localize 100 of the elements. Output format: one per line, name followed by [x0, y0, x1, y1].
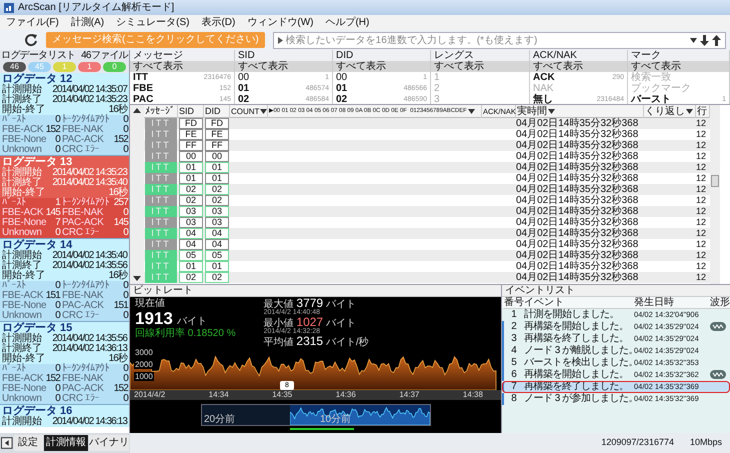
line-cell-text: 12	[696, 228, 708, 239]
stat-value: 7	[55, 218, 60, 228]
column-header[interactable]: 番号	[504, 297, 524, 309]
line-cell-text: 12	[696, 206, 708, 217]
table-row[interactable]: ITT 03 03 04月02日14時35分32秒368 12	[144, 206, 710, 217]
table-row[interactable]: ITT 04 04 04月02日14時35分32秒368 12	[144, 228, 710, 239]
show-all-item[interactable]: すべて表示	[333, 61, 430, 72]
table-row[interactable]: ITT 05 05 04月02日14時35分32秒368 12	[144, 250, 710, 261]
time-cell-text: 04月02日14時35分32秒368	[516, 228, 640, 239]
table-row[interactable]: ITT FD FD 04月02日14時35分32秒368 12	[144, 118, 710, 129]
caret-icon[interactable]	[468, 109, 475, 114]
table-row[interactable]: ITT 04 04 04月02日14時35分32秒368 12	[144, 239, 710, 250]
sid-cell: 00	[179, 151, 203, 162]
sid-cell: 04	[179, 228, 203, 239]
tab[interactable]: バイナリ	[89, 435, 130, 451]
stat-value: 0	[123, 374, 128, 384]
stat-label: ﾄｰｸﾝﾀｲﾑｱｳﾄ	[62, 198, 110, 208]
tab[interactable]: 計測情報	[44, 435, 88, 451]
did-cell: 02	[205, 184, 229, 195]
message-cell: ITT	[145, 272, 177, 283]
stat-value: 0	[55, 301, 60, 311]
caret-icon[interactable]	[690, 38, 697, 42]
tab[interactable]: 設定	[14, 435, 43, 451]
show-all-item[interactable]: すべて表示	[628, 61, 729, 72]
stat-label: PAC-ACK	[62, 218, 104, 228]
column-header[interactable]: イベント	[524, 297, 634, 309]
waveform-badge-icon[interactable]	[710, 370, 726, 380]
stat-value: 0	[123, 394, 128, 404]
collapse-icon[interactable]	[1, 437, 13, 449]
caret-icon[interactable]	[686, 109, 693, 114]
table-row[interactable]: ITT 02 02 04月02日14時35分32秒368 12	[144, 272, 710, 283]
filter-label: 02	[238, 94, 250, 105]
table-row[interactable]: ITT 02 02 04月02日14時35分32秒368 12	[144, 195, 710, 206]
message-cell: ITT	[145, 195, 177, 206]
time-cell-text: 04月02日14時35分32秒368	[516, 195, 640, 206]
stat-label: 現在値	[135, 298, 166, 309]
stat-label: 最大値	[264, 299, 294, 310]
message-cell: ITT	[145, 151, 177, 162]
table-row[interactable]: ITT 02 02 04月02日14時35分32秒368 12	[144, 184, 710, 195]
show-all-item[interactable]: すべて表示	[130, 61, 234, 72]
scroll-down-icon[interactable]	[133, 276, 141, 281]
menu-item[interactable]: ウィンドウ(W)	[247, 17, 314, 28]
menu-item[interactable]: 表示(D)	[201, 17, 236, 28]
menu-item[interactable]: シミュレータ(S)	[116, 17, 190, 28]
utilization-value: 0.18520 %	[188, 328, 236, 339]
table-row[interactable]: ITT 00 00 04月02日14時35分32秒368 12	[144, 151, 710, 162]
axis-label: 2000	[134, 360, 154, 369]
count-badge[interactable]: 46	[3, 62, 26, 72]
log-title: ログデータ 16	[2, 405, 72, 417]
stat-label: CRC ｴﾗｰ	[62, 394, 100, 404]
stat-value: 1	[55, 198, 60, 208]
menu-item[interactable]: ヘルプ(H)	[325, 17, 370, 28]
panel-title: ビットレート	[130, 285, 501, 297]
caret-icon[interactable]	[548, 109, 555, 114]
time-value: 16秒	[108, 354, 127, 364]
refresh-icon[interactable]	[24, 33, 38, 47]
menu-item[interactable]: 計測(A)	[70, 17, 104, 28]
scroll-up-icon[interactable]	[133, 108, 141, 113]
scrollbar[interactable]	[710, 105, 720, 284]
stat-label: ﾄｰｸﾝﾀｲﾑｱｳﾄ	[62, 281, 110, 291]
table-row[interactable]: ITT 01 01 04月02日14時35分32秒368 12	[144, 173, 710, 184]
did-cell: 02	[205, 272, 229, 283]
axis-label: 14:35	[272, 390, 292, 400]
table-row[interactable]: ITT FF FF 04月02日14時35分32秒368 12	[144, 140, 710, 151]
stat-value: 257	[114, 198, 128, 208]
table-row[interactable]: ITT 03 03 04月02日14時35分32秒368 12	[144, 217, 710, 228]
table-row[interactable]: ITT 01 01 04月02日14時35分32秒368 12	[144, 261, 710, 272]
time-label: 開始-終了	[2, 271, 46, 281]
app-icon	[4, 2, 14, 12]
overview-navigator[interactable]: 20分前 10分前	[201, 404, 431, 426]
stat-label: FBE-None	[2, 384, 46, 394]
show-all-item[interactable]: すべて表示	[431, 61, 529, 72]
show-all-item[interactable]: すべて表示	[235, 61, 332, 72]
sid-cell: 02	[179, 184, 203, 195]
filter-label: 01	[336, 83, 348, 94]
column-header[interactable]: 波形	[710, 297, 730, 309]
stat-label: Unknown	[2, 311, 42, 321]
waveform-badge-icon[interactable]	[710, 322, 726, 332]
time-cell-text: 04月02日14時35分32秒368	[516, 173, 640, 184]
show-all-item[interactable]: すべて表示	[530, 61, 627, 72]
line-cell-text: 12	[696, 118, 708, 129]
time-value: 16秒	[108, 271, 127, 281]
did-cell: 04	[205, 228, 229, 239]
time-label: 計測開始	[2, 251, 42, 261]
filter-label: ITT	[133, 72, 148, 83]
event-number: 3	[510, 333, 518, 345]
log-card[interactable]: ログデータ 16 計測開始 2014/04/02 14:36:13	[0, 405, 129, 427]
down-arrow-icon[interactable]	[700, 34, 709, 46]
log-list-title: ログデータリスト	[1, 50, 76, 61]
table-row[interactable]: ITT 01 01 04月02日14時35分32秒368 12	[144, 162, 710, 173]
search-field[interactable]: 検索したいデータを16進数で入力します。(*も使えます)	[272, 32, 726, 48]
table-row[interactable]: ITT FE FE 04月02日14時35分32秒368 12	[144, 129, 710, 140]
time-cell-text: 04月02日14時35分32秒368	[516, 250, 640, 261]
menu-item[interactable]: ファイル(F)	[6, 17, 59, 28]
column-header[interactable]: 発生日時	[634, 297, 710, 309]
stat-label: FBE-ACK	[2, 374, 44, 384]
up-arrow-icon[interactable]	[712, 34, 721, 46]
time-value: 2014/04/02 14:35:40	[52, 178, 127, 188]
caret-icon[interactable]	[260, 109, 268, 114]
stat-label: CRC ｴﾗｰ	[62, 228, 100, 238]
